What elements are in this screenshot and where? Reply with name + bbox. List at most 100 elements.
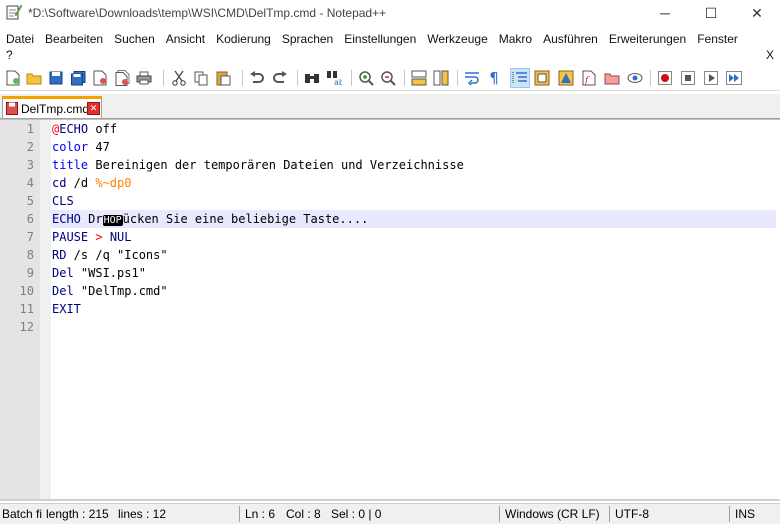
menu-item-ansicht[interactable]: Ansicht	[160, 30, 210, 48]
stop-record-icon[interactable]	[679, 69, 697, 87]
function-list-icon[interactable]: f	[580, 69, 598, 87]
code-token: off	[88, 122, 118, 136]
save-icon[interactable]	[47, 69, 65, 87]
open-file-icon[interactable]	[25, 69, 43, 87]
doc-map-icon[interactable]	[557, 69, 575, 87]
menu-item-makro[interactable]: Makro	[493, 30, 537, 48]
status-insert-mode[interactable]: INS	[735, 507, 755, 521]
line-number: 11	[19, 302, 34, 316]
code-token: /s /q "Icons"	[66, 248, 168, 262]
code-token: Del	[52, 266, 74, 280]
status-lines: lines : 12	[118, 507, 167, 521]
record-macro-icon[interactable]	[656, 69, 674, 87]
tab-close-icon[interactable]: ✕	[87, 102, 100, 115]
user-lang-icon[interactable]	[533, 69, 551, 87]
line-number: 7	[26, 230, 34, 244]
fold-margin[interactable]	[40, 120, 51, 500]
save-all-icon[interactable]	[69, 69, 87, 87]
line-number: 12	[19, 320, 34, 334]
menu-item-fenster[interactable]: Fenster	[691, 30, 743, 48]
code-token: RD	[52, 248, 67, 262]
status-eol[interactable]: Windows (CR LF)	[505, 507, 600, 521]
maximize-button[interactable]: ☐	[688, 0, 734, 26]
copy-icon[interactable]	[192, 69, 210, 87]
print-icon[interactable]	[135, 69, 153, 87]
run-macro-multiple-icon[interactable]	[725, 69, 743, 87]
code-token: title	[52, 158, 89, 172]
status-line: Ln : 6	[245, 507, 276, 521]
code-line[interactable]: RD /s /q "Icons"	[52, 246, 168, 264]
menu-item-sprachen[interactable]: Sprachen	[276, 30, 338, 48]
horizontal-scrollbar[interactable]	[0, 499, 780, 501]
menu-item-help[interactable]: ?	[6, 48, 13, 62]
close-all-icon[interactable]	[113, 69, 131, 87]
cut-icon[interactable]	[170, 69, 188, 87]
replace-icon[interactable]: ab	[325, 69, 343, 87]
play-macro-icon[interactable]	[702, 69, 720, 87]
unsaved-file-icon	[6, 102, 18, 115]
folder-workspace-icon[interactable]	[603, 69, 621, 87]
toolbar-separator	[351, 70, 352, 86]
code-line[interactable]: @ECHO off	[52, 120, 117, 138]
editor[interactable]: 1 2 3 4 5 6 7 8 9 10 11 12 @ECHO off color 47 title B…	[0, 119, 780, 500]
menu-bar: Datei Bearbeiten Suchen Ansicht Kodierung Spr…	[0, 28, 780, 64]
toolbar-separator	[404, 70, 405, 86]
menu-item-kodierung[interactable]: Kodierung	[210, 30, 276, 48]
code-token: %~dp0	[95, 176, 132, 190]
close-icon[interactable]	[91, 69, 109, 87]
menu-item-werkzeuge[interactable]: Werkzeuge	[421, 30, 492, 48]
window-title: *D:\Software\Downloads\temp\WSI\CMD\DelT…	[28, 6, 387, 20]
tab-deltmp[interactable]: DelTmp.cmd ✕	[2, 96, 102, 118]
find-icon[interactable]	[303, 69, 321, 87]
code-line[interactable]: EXIT	[52, 300, 81, 318]
code-line[interactable]: cd /d %~dp0	[52, 174, 131, 192]
line-number: 9	[26, 266, 34, 280]
word-wrap-icon[interactable]	[463, 69, 481, 87]
menu-item-einstellungen[interactable]: Einstellungen	[338, 30, 421, 48]
code-line[interactable]: Del "WSI.ps1"	[52, 264, 146, 282]
monitoring-icon[interactable]	[626, 69, 644, 87]
sync-vertical-icon[interactable]	[410, 69, 428, 87]
status-bar: Batch fi length : 215 lines : 12 Ln : 6 …	[0, 503, 780, 524]
status-encoding[interactable]: UTF-8	[615, 507, 649, 521]
status-selection: Sel : 0 | 0	[331, 507, 382, 521]
menu-item-datei[interactable]: Datei	[0, 30, 39, 48]
undo-icon[interactable]	[248, 69, 266, 87]
line-number: 8	[26, 248, 34, 262]
toolbar-separator	[457, 70, 458, 86]
menu-item-erweiterungen[interactable]: Erweiterungen	[603, 30, 691, 48]
code-token: >	[95, 230, 103, 244]
indent-guide-icon[interactable]	[510, 68, 530, 88]
status-divider	[729, 506, 730, 522]
code-token: Dr	[80, 212, 103, 226]
show-all-chars-icon[interactable]: ¶	[485, 69, 503, 87]
code-line[interactable]: Del "DelTmp.cmd"	[52, 282, 168, 300]
toolbar: ab ¶ f	[0, 66, 780, 91]
status-length: length : 215	[46, 507, 109, 521]
code-line[interactable]: color 47	[52, 138, 110, 156]
line-number: 1	[26, 122, 34, 136]
code-line[interactable]: CLS	[52, 192, 74, 210]
menu-item-suchen[interactable]: Suchen	[108, 30, 160, 48]
code-line[interactable]: PAUSE > NUL	[52, 228, 132, 246]
paste-icon[interactable]	[214, 69, 232, 87]
code-line[interactable]: title Bereinigen der temporären Dateien …	[52, 156, 464, 174]
minimize-button[interactable]: ─	[642, 0, 688, 26]
menu-item-bearbeiten[interactable]: Bearbeiten	[39, 30, 108, 48]
menu-row: Datei Bearbeiten Suchen Ansicht Kodierung Spr…	[0, 30, 743, 48]
close-document-button[interactable]: X	[766, 48, 774, 62]
menu-item-ausf-hren[interactable]: Ausführen	[537, 30, 603, 48]
redo-icon[interactable]	[271, 69, 289, 87]
status-divider	[609, 506, 610, 522]
zoom-out-icon[interactable]	[379, 69, 397, 87]
code-token: ECHO	[52, 212, 81, 226]
status-column: Col : 8	[286, 507, 321, 521]
line-number: 2	[26, 140, 34, 154]
new-file-icon[interactable]	[4, 69, 22, 87]
line-number: 10	[19, 284, 34, 298]
sync-horizontal-icon[interactable]	[432, 69, 450, 87]
close-window-button[interactable]: ✕	[734, 0, 780, 26]
code-token: CLS	[52, 194, 74, 208]
code-line[interactable]: ECHO DrHOPücken Sie eine beliebige Taste…	[52, 210, 368, 228]
zoom-in-icon[interactable]	[357, 69, 375, 87]
